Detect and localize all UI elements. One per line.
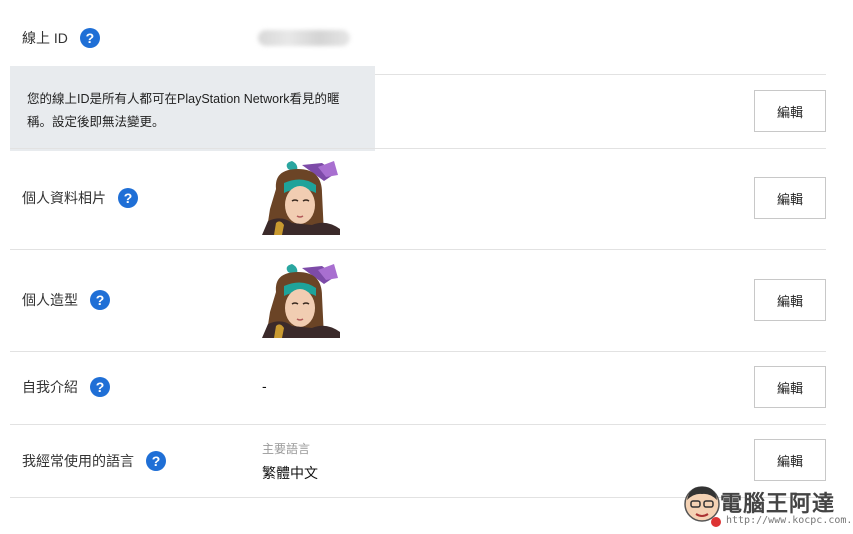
about-me-label-group: 自我介紹 ?: [22, 377, 110, 397]
tooltip-text: 您的線上ID是所有人都可在PlayStation Network看見的暱稱。設定…: [27, 92, 340, 129]
edit-button-about-me[interactable]: 編輯: [754, 366, 826, 408]
primary-language-value: 繁體中文: [262, 465, 318, 481]
edit-button-online-id[interactable]: 編輯: [754, 90, 826, 132]
online-id-label: 線上 ID: [22, 30, 68, 46]
divider: [10, 148, 826, 149]
online-id-value-blurred: [258, 30, 350, 46]
online-id-label-group: 線上 ID ?: [22, 28, 100, 48]
languages-label: 我經常使用的語言: [22, 453, 134, 469]
online-id-tooltip: 您的線上ID是所有人都可在PlayStation Network看見的暱稱。設定…: [10, 66, 375, 151]
avatar-image: [262, 262, 340, 338]
help-icon-online-id[interactable]: ?: [79, 28, 100, 48]
avatar-label: 個人造型: [22, 292, 78, 308]
help-icon-languages[interactable]: ?: [146, 451, 166, 471]
primary-language-label: 主要語言: [262, 442, 311, 456]
help-icon-avatar[interactable]: ?: [90, 290, 110, 310]
profile-photo-label: 個人資料相片: [22, 190, 106, 206]
mascot-logo-icon: [684, 486, 721, 527]
watermark-url: http://www.kocpc.com.tw: [726, 515, 853, 526]
watermark: 電腦王阿達 http://www.kocpc.com.tw: [682, 484, 853, 530]
edit-button-profile-photo[interactable]: 編輯: [754, 177, 826, 219]
about-me-value: -: [262, 378, 267, 394]
profile-photo-image: [262, 159, 340, 235]
help-icon-about-me[interactable]: ?: [90, 377, 110, 397]
edit-button-avatar[interactable]: 編輯: [754, 279, 826, 321]
divider: [10, 424, 826, 425]
avatar-label-group: 個人造型 ?: [22, 290, 110, 310]
help-icon-profile-photo[interactable]: ?: [118, 188, 138, 208]
watermark-title: 電腦王阿達: [720, 491, 836, 516]
languages-label-group: 我經常使用的語言 ?: [22, 451, 166, 471]
profile-photo-label-group: 個人資料相片 ?: [22, 188, 138, 208]
edit-button-languages[interactable]: 編輯: [754, 439, 826, 481]
divider: [10, 249, 826, 250]
about-me-label: 自我介紹: [22, 379, 78, 395]
divider: [10, 351, 826, 352]
